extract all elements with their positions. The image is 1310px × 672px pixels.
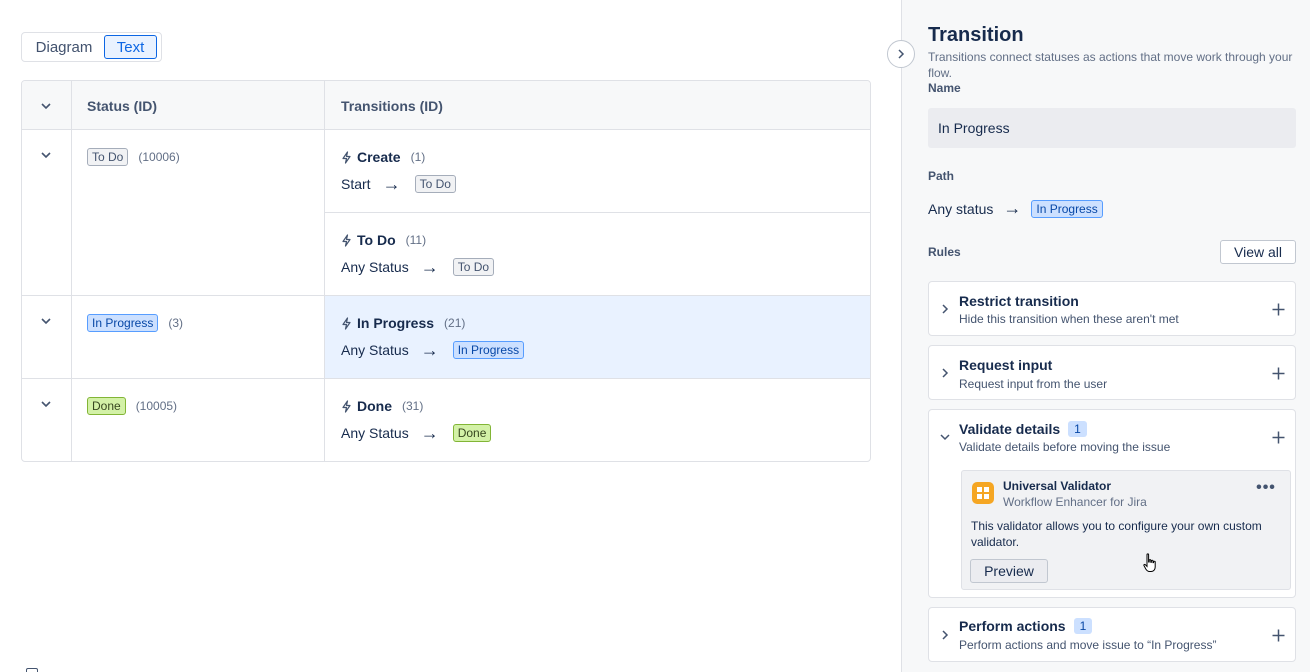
transition-to-lozenge: To Do [414,175,456,193]
arrow-right-icon: → [1003,198,1022,218]
add-rule-plus-icon[interactable] [1269,626,1287,644]
transition-id: (11) [405,233,427,247]
transition-bolt-icon [342,316,351,330]
arrow-right-icon: → [420,423,439,443]
add-rule-plus-icon[interactable] [1269,300,1287,318]
transition-id: (21) [444,316,466,330]
view-toggle: Diagram Text [21,32,162,62]
validator-description: This validator allows you to configure y… [971,519,1262,549]
text-view-tab[interactable]: Text [104,35,157,59]
transition-from: Any Status [341,259,409,275]
transition-item[interactable]: Create (1) Start → To Do [341,147,456,194]
rule-description: Hide this transition when these aren't m… [959,312,1179,326]
rules-label: Rules [928,245,961,259]
feedback-checkbox-icon[interactable] [26,668,38,672]
add-rule-plus-icon[interactable] [1269,364,1287,382]
rule-title: Perform actions 1 [959,618,1093,634]
hand-cursor-icon [1143,553,1156,572]
rule-card-perform-actions[interactable]: Perform actions 1 Perform actions and mo… [928,607,1296,662]
transitions-column-header: Transitions (ID) [341,98,443,114]
rule-card-validate-details[interactable]: Validate details 1 Validate details befo… [928,409,1296,598]
rule-title-text: Restrict transition [959,293,1079,309]
status-id: (3) [168,316,184,330]
transition-item-selected[interactable]: In Progress (21) Any Status → In Progres… [341,313,525,360]
transition-bolt-icon [342,150,351,164]
path-label: Path [928,169,955,183]
collapse-panel-button[interactable] [887,40,915,68]
transition-id: (1) [410,150,426,164]
rule-title: Restrict transition [959,293,1079,309]
transition-bolt-icon [342,233,351,247]
transition-from: Any Status [341,425,409,441]
transition-item[interactable]: To Do (11) Any Status → To Do [341,230,495,277]
transition-name: Create [357,149,401,165]
row-chevron-down-icon[interactable] [36,145,56,165]
more-options-icon[interactable]: ••• [1256,480,1276,499]
panel-title: Transition [928,24,1024,46]
transition-name: Done [357,398,392,414]
rule-title-text: Perform actions [959,618,1066,634]
diagram-view-tab[interactable]: Diagram [24,35,104,59]
status-lozenge[interactable]: Done [87,397,126,415]
transition-name: To Do [357,232,396,248]
row-chevron-down-icon[interactable] [36,394,56,414]
rule-description: Validate details before moving the issue [959,440,1171,454]
chevron-right-icon[interactable] [937,627,953,643]
transition-from: Any Status [341,342,409,358]
path-to-lozenge: In Progress [1031,199,1103,218]
status-id: (10005) [135,399,178,413]
status-cell: In Progress (3) [87,314,183,332]
rule-title: Validate details 1 [959,421,1087,437]
status-column-header: Status (ID) [87,98,157,114]
transition-name-field[interactable]: In Progress [928,108,1296,148]
chevron-down-icon[interactable] [937,429,953,445]
transition-to-lozenge: To Do [452,258,495,276]
view-all-button[interactable]: View all [1220,240,1296,264]
arrow-right-icon: → [420,257,439,277]
rule-card-request-input[interactable]: Request input Request input from the use… [928,345,1296,400]
status-cell: To Do (10006) [87,148,180,166]
rule-card-restrict-transition[interactable]: Restrict transition Hide this transition… [928,281,1296,336]
transition-from: Start [341,176,371,192]
status-cell: Done (10005) [87,397,177,415]
panel-subtitle: Transitions connect statuses as actions … [928,50,1293,80]
transition-id: (31) [402,399,424,413]
status-lozenge[interactable]: In Progress [87,314,159,332]
collapse-all-chevron-icon[interactable] [36,96,56,116]
rule-count-badge: 1 [1068,421,1087,437]
rule-description: Request input from the user [959,377,1108,391]
add-rule-plus-icon[interactable] [1269,428,1287,446]
transition-details-panel: Transition Transitions connect statuses … [901,0,1310,672]
rule-title: Request input [959,357,1052,373]
status-id: (10006) [138,150,180,164]
rule-count-badge: 1 [1073,618,1093,634]
rule-title-text: Request input [959,357,1053,373]
path-from: Any status [928,200,994,217]
app-grid-icon [972,482,994,504]
transition-to-lozenge: In Progress [452,341,525,359]
rule-title-text: Validate details [959,421,1061,437]
workflow-table: Status (ID) Transitions (ID) To Do (1000… [21,80,871,462]
validator-card: Universal Validator Workflow Enhancer fo… [961,470,1291,590]
preview-button[interactable]: Preview [970,559,1048,583]
rule-description: Perform actions and move issue to “In Pr… [959,638,1217,652]
chevron-right-icon[interactable] [937,365,953,381]
transition-name: In Progress [357,315,435,331]
status-lozenge[interactable]: To Do [87,148,129,166]
transition-to-lozenge: Done [452,424,492,442]
arrow-right-icon: → [382,174,401,194]
name-label: Name [928,81,961,95]
chevron-right-icon[interactable] [937,301,953,317]
validator-name: Universal Validator [1003,479,1112,493]
transition-bolt-icon [342,399,351,413]
validator-vendor: Workflow Enhancer for Jira [1003,495,1147,509]
chevron-right-icon [898,49,905,59]
path-row: Any status → In Progress [928,198,1103,219]
transition-item[interactable]: Done (31) Any Status → Done [341,396,492,443]
arrow-right-icon: → [420,340,439,360]
row-chevron-down-icon[interactable] [36,311,56,331]
